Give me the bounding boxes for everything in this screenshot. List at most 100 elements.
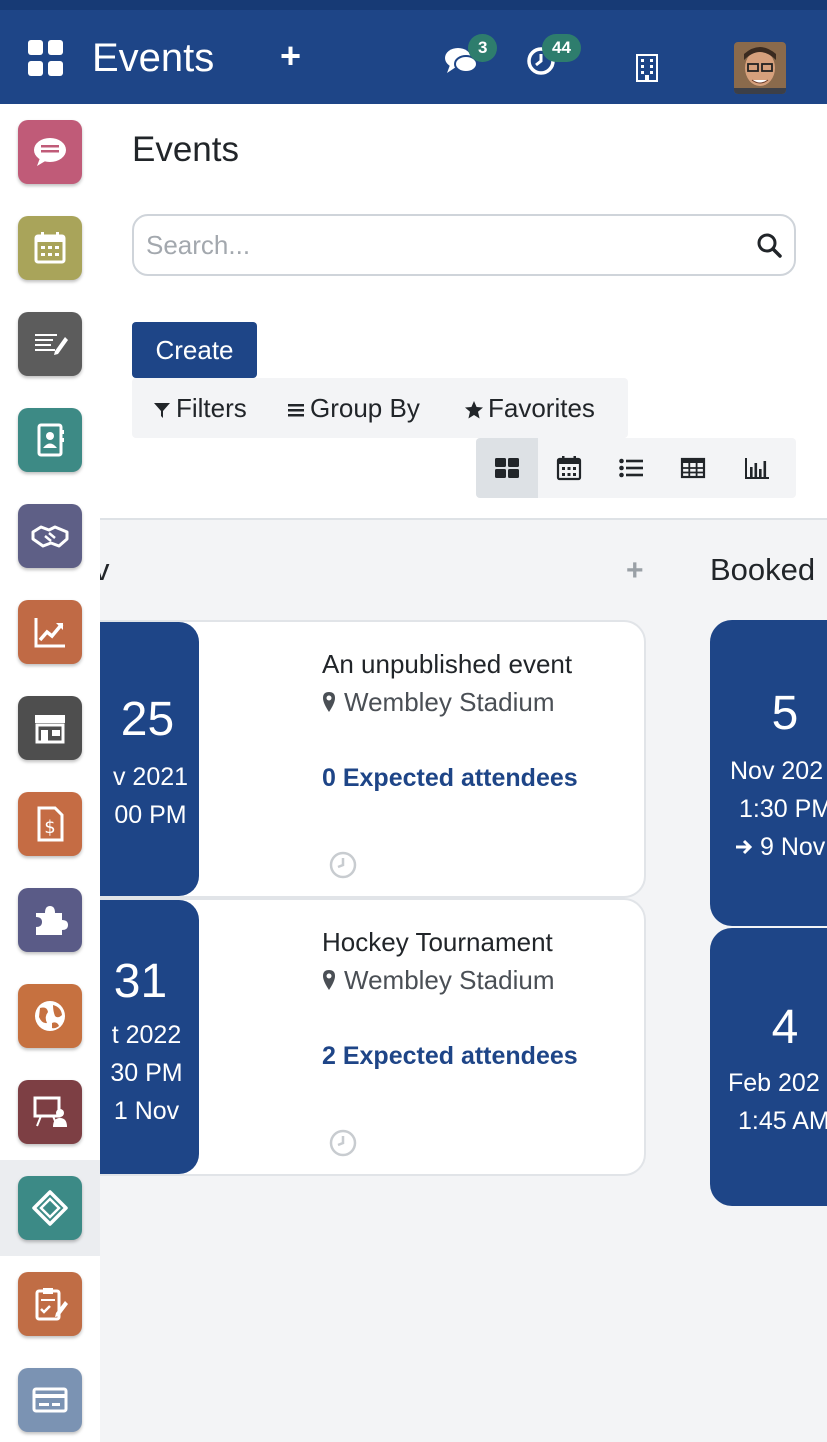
event-attendees: 0 Expected attendees <box>322 764 578 792</box>
create-button[interactable]: Create <box>132 322 257 378</box>
app-tile[interactable] <box>18 696 82 760</box>
puzzle-icon <box>36 906 68 935</box>
activity-clock-icon[interactable] <box>328 850 358 880</box>
event-time: 00 PM <box>114 801 187 829</box>
favorites-toggle[interactable]: Favorites <box>464 378 595 438</box>
app-tile[interactable] <box>18 120 82 184</box>
sidebar-app-elearning[interactable] <box>0 1064 100 1160</box>
sidebar-app-payments[interactable] <box>0 1352 100 1442</box>
kanban-card-event[interactable]: 4 Feb 202 1:45 AM <box>710 928 827 1206</box>
app-tile[interactable] <box>18 216 82 280</box>
search-input[interactable] <box>146 224 746 266</box>
building-icon[interactable] <box>636 54 658 82</box>
sidebar-app-sales[interactable] <box>0 584 100 680</box>
map-marker-icon <box>323 970 335 990</box>
kanban-column-title[interactable]: v <box>100 550 110 590</box>
bars-icon <box>288 404 304 417</box>
event-day: 4 <box>771 1001 799 1054</box>
app-tile[interactable]: $ <box>18 792 82 856</box>
activities-count-badge[interactable]: 44 <box>542 34 581 62</box>
event-month-year: Feb 202 <box>728 1069 820 1097</box>
event-day: 25 <box>120 693 175 746</box>
messages-count-badge[interactable]: 3 <box>468 34 498 62</box>
sidebar-app-pos[interactable] <box>0 680 100 776</box>
event-time: 30 PM <box>110 1059 183 1087</box>
sidebar-app-invoicing[interactable]: $ <box>0 776 100 872</box>
event-location-label: Wembley Stadium <box>344 687 555 717</box>
event-day: 5 <box>771 687 799 740</box>
column-quick-add-button[interactable]: + <box>626 554 644 588</box>
groupby-label: Group By <box>310 393 420 423</box>
contacts-icon <box>37 423 64 457</box>
chart-icon <box>34 618 65 648</box>
event-end-date: 1 Nov <box>113 1097 180 1125</box>
globe-icon <box>35 1001 65 1031</box>
sidebar-app-events[interactable] <box>0 1160 100 1256</box>
app-tile[interactable] <box>18 1080 82 1144</box>
sidebar-app-calendar[interactable] <box>0 200 100 296</box>
list-icon <box>619 458 643 478</box>
quick-create-button[interactable]: + <box>280 36 301 76</box>
kanban-column-title[interactable]: Booked <box>710 550 815 590</box>
event-time: 1:30 PM <box>739 795 827 823</box>
kanban-card-event[interactable]: 25 v 2021 00 PM An unpublished event Wem… <box>100 620 646 898</box>
apps-sidebar: $ <box>0 104 100 1442</box>
event-name: An unpublished event <box>322 649 573 679</box>
user-avatar[interactable] <box>734 42 786 94</box>
list-view-button[interactable] <box>600 438 662 498</box>
app-tile[interactable] <box>18 1368 82 1432</box>
map-marker-icon <box>323 692 335 712</box>
sidebar-app-crm[interactable] <box>0 488 100 584</box>
arrow-right-icon <box>736 839 753 855</box>
kanban-view-button[interactable] <box>476 438 538 498</box>
app-tile[interactable] <box>18 1176 82 1240</box>
app-tile[interactable] <box>18 600 82 664</box>
app-tile[interactable] <box>18 888 82 952</box>
card-checkbox[interactable] <box>644 856 646 880</box>
event-month-year: v 2021 <box>112 763 189 791</box>
card-checkbox[interactable] <box>644 1134 646 1158</box>
app-tile[interactable] <box>18 984 82 1048</box>
calendar-icon <box>34 232 66 264</box>
kanban-card-event[interactable]: 5 Nov 202 1:30 PM 9 Nov <box>710 620 827 926</box>
filters-toggle[interactable]: Filters <box>152 378 247 438</box>
event-day: 31 <box>113 955 168 1008</box>
bar-chart-icon <box>745 458 769 479</box>
search-options-bar: Filters Group By Favorites <box>132 378 628 438</box>
app-tile[interactable] <box>18 504 82 568</box>
star-icon <box>465 401 483 419</box>
event-date-block: 25 v 2021 00 PM <box>100 622 199 896</box>
event-location: Wembley Stadium <box>322 686 555 718</box>
groupby-toggle[interactable]: Group By <box>286 378 420 438</box>
search-icon[interactable] <box>756 232 782 258</box>
app-title[interactable]: Events <box>92 34 214 82</box>
event-name: Hockey Tournament <box>322 927 553 957</box>
table-icon <box>680 457 706 479</box>
search-bar[interactable] <box>132 214 796 276</box>
sidebar-app-website[interactable] <box>0 968 100 1064</box>
app-tile[interactable] <box>18 408 82 472</box>
event-time: 1:45 AM <box>738 1107 827 1135</box>
sidebar-app-apps[interactable] <box>0 872 100 968</box>
kanban-card-event[interactable]: 31 t 2022 30 PM 1 Nov Hockey Tournament … <box>100 898 646 1176</box>
notes-icon <box>35 334 68 355</box>
apps-grid-icon[interactable] <box>28 40 64 76</box>
activity-clock-icon[interactable] <box>328 1128 358 1158</box>
favorites-label: Favorites <box>488 393 595 423</box>
event-location: Wembley Stadium <box>322 964 555 996</box>
graph-view-button[interactable] <box>726 438 788 498</box>
pivot-view-button[interactable] <box>662 438 724 498</box>
app-tile[interactable] <box>18 1272 82 1336</box>
calendar-view-button[interactable] <box>538 438 600 498</box>
event-attendees: 2 Expected attendees <box>322 1042 578 1070</box>
filter-icon <box>154 403 170 419</box>
sidebar-app-contacts[interactable] <box>0 392 100 488</box>
top-navbar: Events + 3 44 <box>0 0 827 104</box>
sidebar-app-surveys[interactable] <box>0 1256 100 1352</box>
event-month-year: Nov 202 <box>730 757 824 785</box>
app-tile[interactable] <box>18 312 82 376</box>
sidebar-app-notes[interactable] <box>0 296 100 392</box>
sidebar-app-discuss[interactable] <box>0 104 100 200</box>
calendar-icon <box>556 456 582 481</box>
handshake-icon <box>31 525 69 548</box>
